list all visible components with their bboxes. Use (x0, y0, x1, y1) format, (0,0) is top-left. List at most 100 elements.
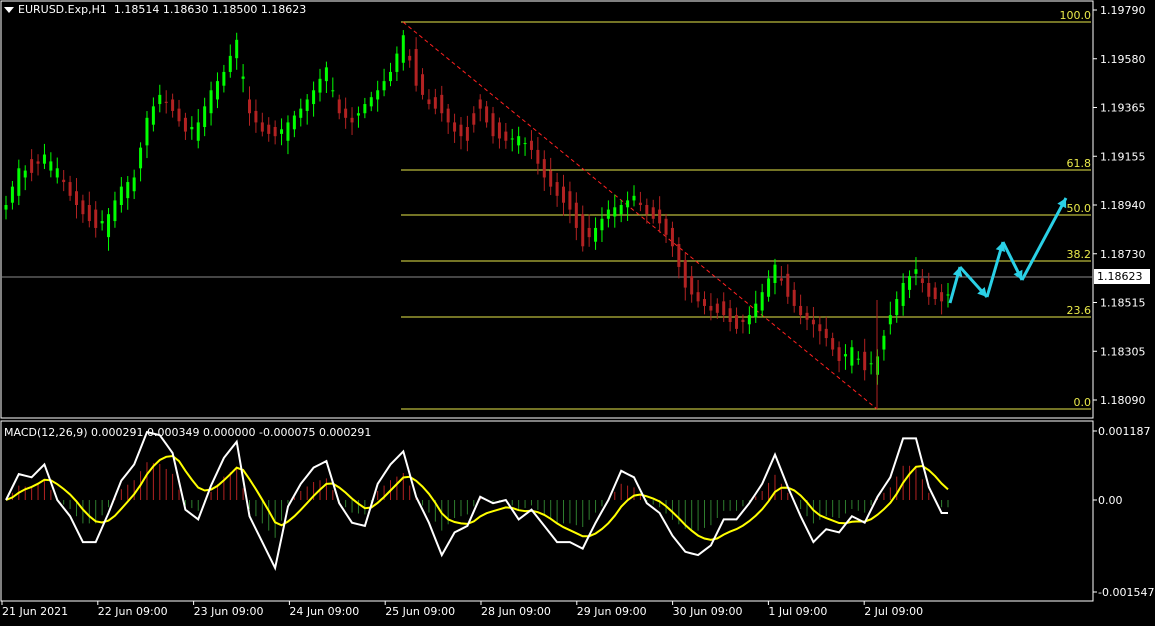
candle-body (856, 358, 860, 360)
candle-body (273, 127, 277, 137)
chart-window[interactable]: 1.19790 1.19580 1.19365 1.19155 1.18940 1.187… (0, 0, 1155, 622)
macd-axis-label: 0.00 (1098, 494, 1123, 507)
candle-body (190, 127, 194, 130)
candle-body (421, 74, 425, 95)
candle-body (119, 186, 123, 205)
price-axis-label: 1.19365 (1100, 102, 1146, 115)
candle-body (555, 182, 559, 196)
candle-body (805, 312, 809, 320)
candle-body (382, 81, 386, 91)
candle-body (414, 49, 418, 86)
time-axis-label: 25 Jun 09:00 (385, 605, 455, 618)
candle-body (215, 81, 219, 100)
candle-body (786, 273, 790, 297)
candle-body (619, 205, 623, 215)
candle-body (30, 159, 34, 173)
candle-body (606, 209, 610, 219)
candle-body (324, 67, 328, 82)
candle-body (344, 108, 348, 118)
candle-body (254, 110, 258, 123)
candle-body (504, 131, 508, 141)
candle-body (773, 264, 777, 283)
candle-body (235, 39, 239, 59)
candle-body (818, 324, 822, 332)
candle-body (62, 179, 66, 183)
candle-body (4, 205, 8, 210)
candle-body (299, 108, 303, 118)
time-axis-label: 24 Jun 09:00 (289, 605, 359, 618)
time-axis-label: 22 Jun 09:00 (98, 605, 168, 618)
candle-body (164, 101, 168, 103)
candle-body (286, 122, 290, 141)
candle-body (132, 177, 136, 192)
candle-body (658, 209, 662, 224)
candle-body (587, 227, 591, 238)
candle-body (440, 94, 444, 114)
candle-body (388, 71, 392, 82)
candle-body (792, 289, 796, 306)
candle-body (799, 305, 803, 316)
candle-body (510, 138, 514, 140)
candle-body (49, 161, 53, 171)
fib-level-label: 100.0 (1060, 9, 1092, 22)
candle-body (683, 260, 687, 288)
candle-body (369, 97, 373, 107)
price-axis-label: 1.18940 (1100, 199, 1146, 212)
price-axis-label: 1.18305 (1100, 345, 1146, 358)
candle-body (113, 200, 117, 222)
candle-body (376, 90, 380, 100)
candle-body (863, 351, 867, 371)
candle-body (741, 319, 745, 322)
candle-body (901, 283, 905, 306)
candle-body (760, 292, 764, 311)
price-axis-label: 1.18515 (1100, 297, 1146, 310)
candle-body (850, 347, 854, 366)
candle-body (824, 328, 828, 339)
candle-body (517, 136, 521, 146)
fib-level-label: 50.0 (1067, 202, 1092, 215)
time-axis-label: 21 Jun 2021 (2, 605, 68, 618)
price-axis-label: 1.19155 (1100, 150, 1146, 163)
candle-body (542, 159, 546, 178)
candle-body (248, 99, 252, 114)
candle-body (568, 191, 572, 210)
candle-body (908, 276, 912, 290)
candle-body (767, 278, 771, 297)
candle-body (927, 283, 931, 297)
candle-body (882, 335, 886, 350)
candle-body (55, 168, 59, 178)
candle-body (126, 182, 130, 199)
time-axis-label: 23 Jun 09:00 (194, 605, 264, 618)
fib-level-label: 23.6 (1067, 304, 1092, 317)
ohlc-label: 1.18514 1.18630 1.18500 1.18623 (113, 3, 307, 16)
candle-body (747, 315, 751, 325)
candle-body (888, 315, 892, 325)
candle-body (94, 209, 98, 228)
candle-body (100, 221, 104, 224)
candle-body (940, 292, 944, 302)
candle-body (645, 205, 649, 215)
chart-header: EURUSD.Exp,H1 1.18514 1.18630 1.18500 1.… (4, 3, 306, 16)
macd-label: MACD(12,26,9) 0.000291 0.000349 0.000000… (4, 426, 372, 439)
candle-body (536, 149, 540, 164)
candle-body (87, 205, 91, 222)
candle-body (292, 115, 296, 130)
candle-body (837, 347, 841, 361)
candle-body (151, 106, 155, 125)
candle-body (171, 99, 175, 111)
candle-body (677, 244, 681, 267)
candle-body (81, 200, 85, 215)
candle-body (632, 195, 636, 201)
candle-body (722, 301, 726, 316)
chart-canvas[interactable]: 1.19790 1.19580 1.19365 1.19155 1.18940 1.187… (0, 0, 1155, 622)
candle-body (594, 227, 598, 242)
candle-body (549, 170, 553, 187)
macd-plot-frame (0, 420, 1094, 602)
candle-body (843, 354, 847, 357)
candle-body (562, 186, 566, 203)
candle-body (702, 299, 706, 306)
candle-body (36, 161, 40, 164)
chart-menu-icon[interactable] (4, 7, 14, 13)
candle-body (946, 294, 950, 296)
candle-body (581, 214, 585, 247)
